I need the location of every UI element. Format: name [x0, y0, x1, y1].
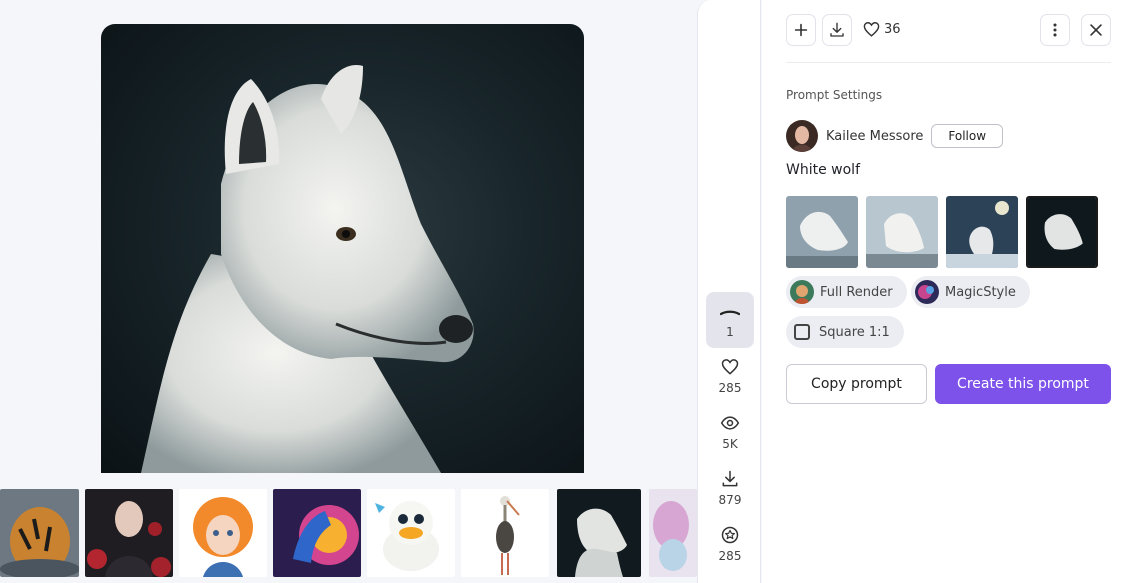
- full-render-icon: [790, 280, 814, 304]
- close-button[interactable]: [1081, 14, 1111, 46]
- download-button[interactable]: [822, 14, 852, 46]
- magic-style-label: MagicStyle: [945, 284, 1016, 300]
- thumbnail-cartoon-duck[interactable]: [367, 489, 455, 577]
- section-title: Prompt Settings: [786, 88, 883, 102]
- views-stat: 5K: [706, 404, 754, 460]
- create-prompt-button[interactable]: Create this prompt: [935, 364, 1111, 404]
- download-icon: [830, 22, 844, 37]
- thumbnail-butterfly[interactable]: [649, 489, 697, 577]
- aspect-ratio-chip[interactable]: Square 1:1: [786, 316, 904, 348]
- magic-style-chip[interactable]: MagicStyle: [911, 276, 1030, 308]
- copy-prompt-button[interactable]: Copy prompt: [786, 364, 927, 404]
- gallery-image-4[interactable]: [1026, 196, 1098, 268]
- prompt-text: White wolf: [786, 162, 860, 178]
- plus-icon: [794, 23, 808, 37]
- likes-stat[interactable]: 285: [706, 348, 754, 404]
- current-image-counter[interactable]: 1: [706, 292, 754, 348]
- downloads-stat[interactable]: 879: [706, 460, 754, 516]
- full-render-chip[interactable]: Full Render: [786, 276, 907, 308]
- stats-column: 1 285 5K 879 285: [697, 0, 761, 583]
- author-name[interactable]: Kailee Messore: [826, 129, 923, 144]
- follow-button[interactable]: Follow: [931, 124, 1004, 148]
- heart-icon: [721, 359, 739, 375]
- thumbnail-white-wolf[interactable]: [557, 489, 641, 577]
- gallery-image-2[interactable]: [866, 196, 938, 268]
- likes-count: 285: [718, 381, 742, 395]
- downloads-count: 879: [718, 493, 742, 507]
- image-viewer: [0, 0, 697, 583]
- checkbox-icon: [794, 324, 810, 340]
- white-wolf-image: [141, 64, 474, 473]
- full-render-label: Full Render: [820, 284, 893, 300]
- download-icon: [722, 470, 738, 487]
- toolbar-divider: [786, 62, 1111, 63]
- heart-icon: [863, 22, 880, 37]
- thumbnail-neon-horse[interactable]: [273, 489, 361, 577]
- thumbnail-gothic-woman[interactable]: [85, 489, 173, 577]
- close-icon: [1090, 24, 1102, 36]
- like-count: 36: [884, 22, 901, 37]
- gallery-image-1[interactable]: [786, 196, 858, 268]
- avatar[interactable]: [786, 120, 818, 152]
- more-options-button[interactable]: [1040, 14, 1070, 46]
- thumbnail-tiger[interactable]: [0, 489, 79, 577]
- arc-icon: [720, 310, 740, 316]
- eye-icon: [720, 416, 740, 430]
- stars-count: 285: [718, 549, 742, 563]
- stars-stat[interactable]: 285: [706, 516, 754, 572]
- thumbnail-strip: [0, 489, 697, 577]
- views-count: 5K: [722, 437, 738, 451]
- thumbnail-orange-hair-girl[interactable]: [179, 489, 267, 577]
- main-image[interactable]: [101, 24, 584, 473]
- like-button[interactable]: 36: [862, 20, 901, 39]
- details-panel: 36 Prompt Settings Kailee Messore Follow…: [762, 0, 1129, 583]
- add-button[interactable]: [786, 14, 816, 46]
- gallery-image-3[interactable]: [946, 196, 1018, 268]
- magic-style-icon: [915, 280, 939, 304]
- author-row: Kailee Messore Follow: [786, 120, 1004, 152]
- aspect-ratio-label: Square 1:1: [819, 324, 890, 340]
- vertical-dots-icon: [1053, 23, 1057, 37]
- panel-toolbar: 36: [786, 14, 1111, 48]
- current-count: 1: [726, 325, 734, 339]
- star-badge-icon: [721, 526, 739, 544]
- thumbnail-stork[interactable]: [461, 489, 549, 577]
